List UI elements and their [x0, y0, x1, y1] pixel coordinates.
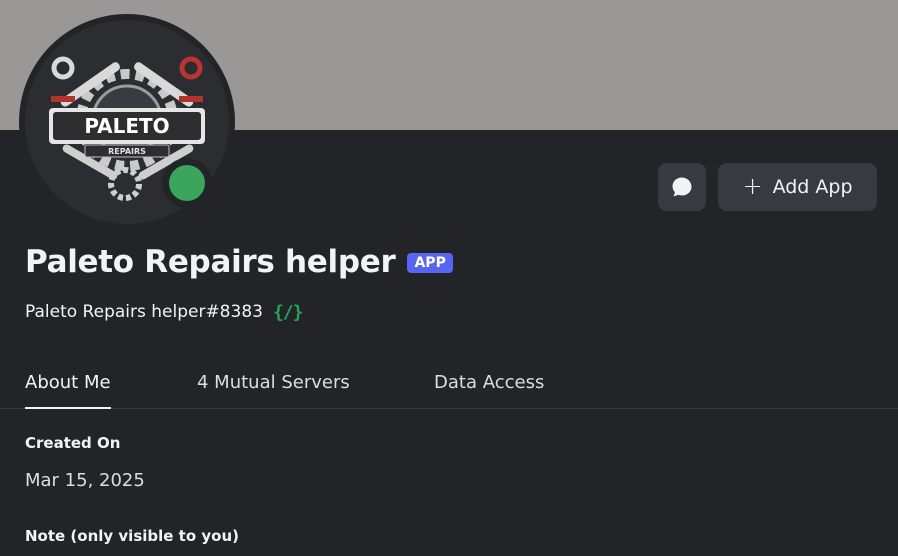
note-label: Note (only visible to you) [25, 527, 239, 545]
add-app-label: Add App [772, 176, 853, 198]
tab-data-access[interactable]: Data Access [434, 372, 544, 408]
created-on-label: Created On [25, 434, 121, 452]
avatar-text-main: PALETO [84, 114, 169, 138]
app-badge: APP [407, 253, 453, 273]
username-row: Paleto Repairs helper#8383 {/} [25, 298, 303, 326]
profile-tabs: About Me 4 Mutual Servers Data Access [0, 362, 898, 409]
created-on-value: Mar 15, 2025 [25, 470, 145, 491]
display-name-row: Paleto Repairs helper APP [25, 240, 453, 284]
display-name: Paleto Repairs helper [25, 244, 396, 280]
username[interactable]: Paleto Repairs helper#8383 [25, 302, 263, 322]
tab-mutual-servers[interactable]: 4 Mutual Servers [197, 372, 350, 408]
online-status-icon [169, 165, 205, 201]
tab-about-me[interactable]: About Me [25, 372, 111, 409]
add-app-button[interactable]: + Add App [718, 163, 877, 211]
message-button[interactable] [658, 163, 706, 211]
slash-command-icon[interactable]: {/} [273, 302, 303, 323]
plus-icon: + [742, 172, 763, 200]
avatar-text-sub: REPAIRS [108, 147, 146, 156]
speech-bubble-icon [672, 177, 692, 197]
